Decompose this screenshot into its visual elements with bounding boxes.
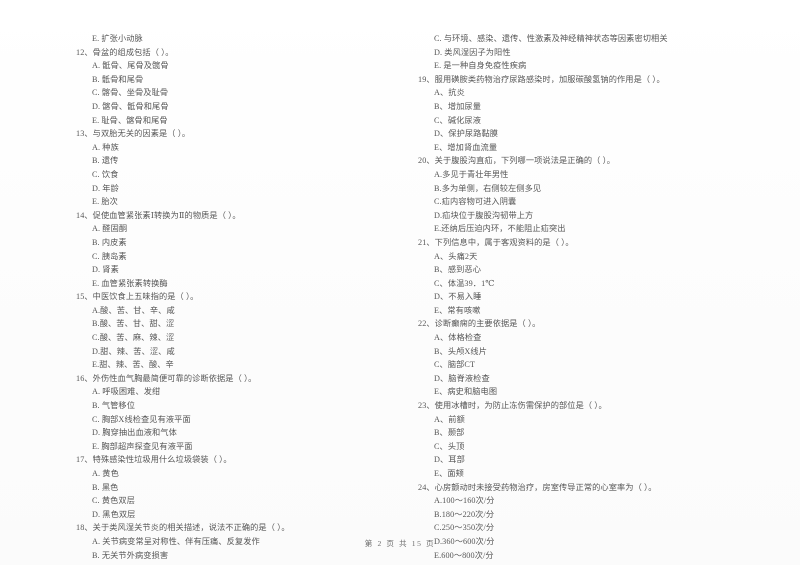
question-stem: 24、心房颤动时未接受药物治疗，房室传导正常的心室率为（ ）。: [418, 482, 657, 492]
option-item: A. 醛固酮: [92, 224, 128, 234]
option-item: B、头颅X线片: [434, 346, 488, 356]
question-block: 24、心房颤动时未接受药物治疗，房室传导正常的心室率为（ ）。 A.100～16…: [418, 481, 790, 563]
option-item: A、体格检查: [434, 333, 482, 343]
option-item: D.甜、辣、苦、涩、咸: [92, 346, 175, 356]
question-stem: 23、使用冰槽时，为防止冻伤需保护的部位是（ ）。: [418, 401, 607, 411]
option-item: B、增加尿量: [434, 101, 481, 111]
page-footer: 第 2 页 共 15 页: [364, 539, 436, 548]
option-item: A、抗炎: [434, 88, 465, 98]
option-item: D、脑脊液检查: [434, 373, 490, 383]
option-item: D. 黑色双层: [92, 509, 136, 519]
option-item: B、感到恶心: [434, 265, 481, 275]
question-stem: 20、关于腹股沟直疝，下列哪一项说法是正确的（ ）。: [418, 156, 616, 166]
option-item: E. 胎次: [92, 197, 118, 207]
option-item: D. 肾素: [92, 265, 119, 275]
question-stem: 19、服用磺胺类药物治疗尿路感染时，加服碳酸氢钠的作用是（ ）。: [418, 74, 665, 84]
option-item: B. 内皮素: [92, 237, 127, 247]
option-item: E.甜、辣、苦、酸、辛: [92, 360, 174, 370]
option-item: A.多见于青壮年男性: [434, 169, 509, 179]
question-block: 20、关于腹股沟直疝，下列哪一项说法是正确的（ ）。 A.多见于青壮年男性 B.…: [418, 154, 790, 236]
option-item: D. 胸穿抽出血液和气体: [92, 428, 177, 438]
option-item: B.180～220次/分: [434, 509, 495, 519]
option-item: E.还纳后压迫内环，不能阻止疝突出: [434, 224, 566, 234]
option-item: E. 血管紧张素转换酶: [92, 278, 168, 288]
question-block: 16、外伤性血气胸最简便可靠的诊断依据是（ ）。 A. 呼吸困难、发绀 B. 气…: [76, 372, 394, 454]
option-item: E、病史和脑电图: [434, 387, 498, 397]
question-block: 13、与双胎无关的因素是（ ）。 A. 种族 B. 遗传 C. 饮食 D. 年龄…: [76, 127, 394, 209]
option-item: A、头痛2天: [434, 251, 478, 261]
option-item: C. 饮食: [92, 169, 119, 179]
option-item: E.600～800次/分: [434, 550, 494, 560]
question-stem: 17、特殊感染性垃圾用什么垃圾袋装（ ）。: [76, 455, 232, 465]
exam-page: E. 扩张小动脉 12、骨盆的组成包括（ ）。 A. 骶骨、尾骨及髋骨 B. 骶…: [0, 0, 800, 565]
question-block: 17、特殊感染性垃圾用什么垃圾袋装（ ）。 A. 黄色 B. 黑色 C. 黄色双…: [76, 453, 394, 521]
option-item: B.多为单侧，右侧较左侧多见: [434, 183, 542, 193]
question-block: 21、下列信息中，属于客观资料的是（ ）。 A、头痛2天 B、感到恶心 C、体温…: [418, 236, 790, 318]
question-stem: 18、关于类风湿关节炎的相关描述，说法不正确的是（ ）。: [76, 523, 290, 533]
question-stem: 22、诊断癫痫的主要依据是（ ）。: [418, 319, 541, 329]
option-item: E. 胸部超声探查见有液平面: [92, 441, 193, 451]
option-item: C. 与环境、感染、遗传、性激素及神经精神状态等因素密切相关: [434, 34, 668, 43]
question-stem: 14、促使血管紧张素Ⅰ转换为Ⅱ的物质是（ ）。: [76, 210, 241, 220]
option-item: E、常有咳嗽: [434, 305, 481, 315]
question-block: 19、服用磺胺类药物治疗尿路感染时，加服碳酸氢钠的作用是（ ）。 A、抗炎 B、…: [418, 73, 790, 155]
option-item: C、碱化尿液: [434, 115, 481, 125]
question-stem: 12、骨盆的组成包括（ ）。: [76, 47, 174, 57]
option-item: A. 呼吸困难、发绀: [92, 387, 161, 397]
question-block: 22、诊断癫痫的主要依据是（ ）。 A、体格检查 B、头颅X线片 C、脑部CT …: [418, 317, 790, 399]
option-item: A.酸、苦、甘、辛、咸: [92, 305, 175, 315]
left-column: E. 扩张小动脉 12、骨盆的组成包括（ ）。 A. 骶骨、尾骨及髋骨 B. 骶…: [0, 32, 400, 562]
question-block: 14、促使血管紧张素Ⅰ转换为Ⅱ的物质是（ ）。 A. 醛固酮 B. 内皮素 C.…: [76, 209, 394, 291]
option-item: E、面颊: [434, 469, 464, 478]
option-item: C. 胸部X线检查见有液平面: [92, 414, 191, 424]
option-item: B. 遗传: [92, 156, 119, 166]
option-item: E. 耻骨、髂骨和尾骨: [92, 115, 168, 125]
option-item: C. 黄色双层: [92, 496, 136, 506]
option-item: E. 扩张小动脉: [92, 34, 143, 43]
question-stem: 15、中医饮食上五味指的是（ ）。: [76, 292, 199, 302]
question-block: E. 扩张小动脉: [76, 32, 394, 46]
option-item: B. 无关节外病变损害: [92, 550, 169, 560]
option-item: C.250～350次/分: [434, 523, 495, 533]
question-stem: 16、外伤性血气胸最简便可靠的诊断依据是（ ）。: [76, 373, 257, 383]
question-block: 12、骨盆的组成包括（ ）。 A. 骶骨、尾骨及髋骨 B. 骶骨和尾骨 C. 髂…: [76, 46, 394, 128]
option-item: D. 类风湿因子为阳性: [434, 47, 511, 57]
option-item: A、前额: [434, 414, 465, 424]
option-item: B、颞部: [434, 428, 465, 438]
question-block: 15、中医饮食上五味指的是（ ）。 A.酸、苦、甘、辛、咸 B.酸、苦、甘、甜、…: [76, 290, 394, 372]
option-item: C.疝内容物可进入阴囊: [434, 197, 517, 207]
option-item: A. 黄色: [92, 469, 119, 478]
option-item: C、脑部CT: [434, 360, 476, 370]
question-block: 23、使用冰槽时，为防止冻伤需保护的部位是（ ）。 A、前额 B、颞部 C、头顶…: [418, 399, 790, 481]
option-item: D. 髂骨、骶骨和尾骨: [92, 101, 169, 111]
right-column: C. 与环境、感染、遗传、性激素及神经精神状态等因素密切相关 D. 类风湿因子为…: [400, 32, 800, 562]
option-item: C. 胰岛素: [92, 251, 127, 261]
option-item: B.酸、苦、甘、甜、涩: [92, 319, 175, 329]
option-item: D. 年龄: [92, 183, 119, 193]
question-stem: 21、下列信息中，属于客观资料的是（ ）。: [418, 237, 574, 247]
option-item: A.100～160次/分: [434, 496, 495, 506]
option-item: B. 黑色: [92, 482, 119, 492]
option-item: D、不易入睡: [434, 292, 482, 302]
option-item: A. 种族: [92, 142, 119, 152]
option-item: D、保护尿路黏膜: [434, 129, 499, 139]
option-item: E、增加肾血流量: [434, 142, 498, 152]
question-block: C. 与环境、感染、遗传、性激素及神经精神状态等因素密切相关 D. 类风湿因子为…: [418, 32, 790, 73]
option-item: B. 气管移位: [92, 401, 136, 411]
option-item: C. 髂骨、坐骨及耻骨: [92, 88, 169, 98]
option-item: E. 是一种自身免疫性疾病: [434, 61, 527, 71]
question-stem: 13、与双胎无关的因素是（ ）。: [76, 129, 191, 139]
option-item: D、耳部: [434, 455, 465, 465]
option-item: C.酸、苦、麻、辣、涩: [92, 333, 175, 343]
option-item: D.疝块位于腹股沟韧带上方: [434, 210, 534, 220]
option-item: C、头顶: [434, 441, 465, 451]
two-column-layout: E. 扩张小动脉 12、骨盆的组成包括（ ）。 A. 骶骨、尾骨及髋骨 B. 骶…: [0, 32, 800, 562]
option-item: B. 骶骨和尾骨: [92, 74, 144, 84]
option-item: C、体温39．1℃: [434, 278, 495, 288]
option-item: A. 骶骨、尾骨及髋骨: [92, 61, 169, 71]
